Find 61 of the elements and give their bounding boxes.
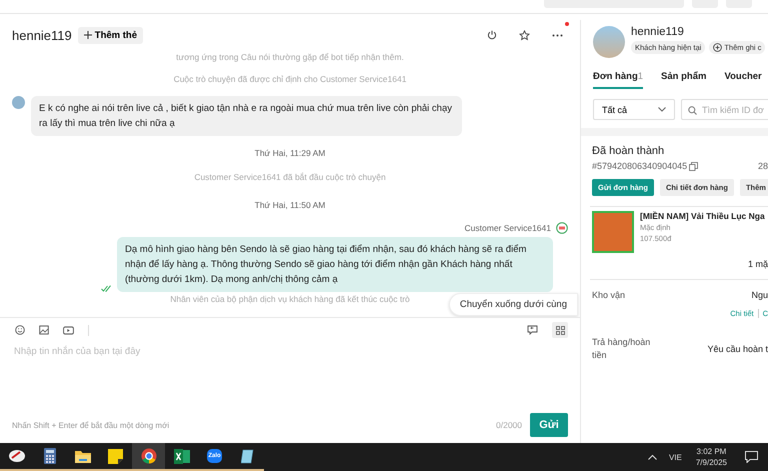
order-date: 28: [758, 161, 768, 171]
plus-icon: [84, 31, 92, 39]
order-id: #579420806340904045: [592, 161, 688, 171]
system-message: Cuộc trò chuyện đã được chỉ định cho Customer Service1641: [174, 74, 406, 84]
system-message: tương ứng trong Câu nói thường gặp để bot tiếp nhận thêm.: [176, 52, 404, 62]
sender-name: Customer Service1641: [464, 223, 551, 233]
order-status: Đã hoàn thành: [592, 145, 666, 157]
character-counter: 0/2000: [496, 420, 522, 430]
plus-circle-icon: [713, 43, 722, 52]
folder-icon: [74, 450, 90, 462]
field-value: Yêu cầu hoàn t: [707, 344, 768, 354]
input-hint: Nhấn Shift + Enter để bắt đầu một dòng mới: [12, 420, 170, 430]
quick-reply-icon[interactable]: [527, 325, 538, 335]
pen-tool-icon: [8, 448, 26, 464]
tab[interactable]: Sản phẩm: [661, 71, 706, 89]
taskbar-app-button[interactable]: [132, 443, 165, 471]
chat-username: hennie119: [12, 28, 72, 42]
customer-name: hennie119: [631, 26, 685, 38]
agent-avatar-icon: [556, 222, 568, 234]
order-search-field[interactable]: Tìm kiếm ID đơ: [681, 99, 768, 120]
tab[interactable]: Voucher: [724, 71, 762, 89]
add-tag-button[interactable]: Thêm thẻ: [78, 26, 143, 44]
message-bubble: Dạ mô hình giao hàng bên Sendo là sẽ giao hàng tại điểm nhận, sau đó khách hàng sẽ ra điểm nhận để lấy hàng ạ. Thông thường Sendo sẽ giao hàng tới điểm nhận gần Khách hàng nhất (thường dưới 1km). Dạ mong anh/chị thông cảm ạ: [117, 237, 553, 292]
status-filter-dropdown[interactable]: Tất cả: [593, 99, 675, 120]
customer-photo-placeholder: [593, 26, 625, 58]
field-value: Ngu: [751, 290, 768, 300]
calculator-icon: [44, 448, 56, 464]
notification-icon[interactable]: [745, 451, 758, 463]
browser-icon: [140, 448, 156, 464]
timestamp: Thứ Hai, 11:50 AM: [254, 200, 326, 210]
field-label: Trả hàng/hoàn tiền: [592, 336, 652, 362]
notepad-icon: [240, 448, 254, 464]
tab[interactable]: Đơn hàng1: [593, 71, 644, 89]
grid-button[interactable]: [552, 322, 568, 338]
system-message: Customer Service1641 đã bắt đầu cuộc trò chuyện: [194, 172, 386, 182]
message-bubble: E k có nghe ai nói trên live cả , biết k giao tận nhà e ra ngoài mua chứ mua trên live còn phải chạy ra lấy thì mua trên live chi nữa ạ: [31, 96, 462, 136]
sticky-note-icon: [108, 448, 123, 464]
clock-time: 3:02 PM: [696, 446, 726, 457]
field-label: Kho vận: [592, 290, 626, 300]
image-icon[interactable]: [39, 325, 49, 335]
chevron-down-icon: [658, 107, 666, 112]
copy-icon[interactable]: [689, 162, 698, 170]
clock-date: 7/9/2025: [696, 457, 727, 468]
star-icon[interactable]: [519, 30, 530, 40]
chevron-up-icon[interactable]: [648, 454, 657, 460]
power-icon[interactable]: [487, 30, 497, 40]
product-name: [MIỀN NAM] Vải Thiều Lục Nga: [640, 211, 765, 221]
video-icon[interactable]: [63, 326, 74, 334]
system-message: Nhân viên của bộ phận dịch vụ khách hàng đã kết thúc cuộc trò: [170, 294, 410, 304]
item-quantity: 1 mặ: [746, 259, 768, 269]
send-button[interactable]: Gửi: [530, 413, 568, 437]
spreadsheet-icon: [174, 448, 190, 464]
search-icon: [688, 106, 697, 115]
emoji-icon[interactable]: [15, 325, 25, 335]
avatar: [12, 96, 25, 109]
language-indicator[interactable]: VIE: [668, 452, 682, 462]
timestamp: Thứ Hai, 11:29 AM: [254, 148, 326, 158]
more-icon[interactable]: [552, 34, 563, 36]
product-photo-placeholder: [592, 211, 634, 253]
grid-icon: [556, 326, 564, 334]
scroll-to-bottom-button[interactable]: Chuyển xuống dưới cùng: [448, 293, 578, 316]
